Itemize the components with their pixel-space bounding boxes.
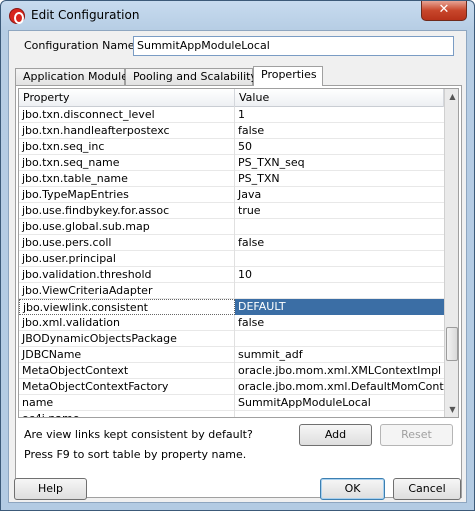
property-name-cell[interactable]: MetaObjectContext xyxy=(19,363,235,379)
property-name-cell[interactable]: jbo.validation.threshold xyxy=(19,267,235,283)
property-value-cell[interactable]: 10 xyxy=(235,267,444,283)
property-name-cell[interactable]: name xyxy=(19,395,235,411)
help-button[interactable]: Help xyxy=(14,478,87,500)
scroll-down-arrow-icon[interactable]: ▼ xyxy=(445,402,458,417)
ok-button[interactable]: OK xyxy=(320,478,385,500)
property-value-cell[interactable]: false xyxy=(235,315,444,331)
property-name-cell[interactable]: jbo.use.pers.coll xyxy=(19,235,235,251)
table-row[interactable]: jbo.txn.handleafterpostexc false xyxy=(19,123,444,139)
edit-configuration-dialog: Edit Configuration ✕ Configuration Name:… xyxy=(0,0,475,511)
property-value-cell[interactable]: PS_TXN xyxy=(235,171,444,187)
property-value-cell[interactable] xyxy=(235,411,444,417)
table-row[interactable]: jbo.validation.threshold 10 xyxy=(19,267,444,283)
table-row[interactable]: jbo.txn.seq_name PS_TXN_seq xyxy=(19,155,444,171)
property-value-cell[interactable]: summit_adf xyxy=(235,347,444,363)
close-button[interactable]: ✕ xyxy=(421,1,467,21)
property-name-cell[interactable]: jbo.user.principal xyxy=(19,251,235,267)
property-name-cell[interactable]: jbo.txn.disconnect_level xyxy=(19,107,235,123)
tab-pooling-and-scalability[interactable]: Pooling and Scalability xyxy=(125,68,257,85)
table-body: jbo.txn.disconnect_level 1 jbo.txn.handlea… xyxy=(19,107,444,417)
property-name-cell[interactable]: jbo.use.findbykey.for.assoc xyxy=(19,203,235,219)
property-name-cell[interactable]: JBODynamicObjectsPackage xyxy=(19,331,235,347)
title-bar[interactable]: Edit Configuration ✕ xyxy=(1,1,474,31)
table-row[interactable]: jbo.txn.table_name PS_TXN xyxy=(19,171,444,187)
property-value-cell[interactable]: true xyxy=(235,203,444,219)
table-row[interactable]: jbo.use.global.sub.map xyxy=(19,219,444,235)
property-value-cell[interactable]: SummitAppModuleLocal xyxy=(235,395,444,411)
property-name-cell[interactable]: jbo.use.global.sub.map xyxy=(19,219,235,235)
sort-hint: Press F9 to sort table by property name. xyxy=(24,448,247,461)
table-row[interactable]: jbo.ViewCriteriaAdapter xyxy=(19,283,444,299)
property-description: Are view links kept consistent by defaul… xyxy=(24,428,253,441)
column-header-property[interactable]: Property xyxy=(19,89,235,107)
property-name-cell[interactable]: oc4j.name xyxy=(19,411,235,417)
table-row[interactable]: JDBCName summit_adf xyxy=(19,347,444,363)
property-name-cell[interactable]: jbo.txn.table_name xyxy=(19,171,235,187)
table-row[interactable]: jbo.viewlink.consistent DEFAULT xyxy=(19,299,444,315)
property-value-cell[interactable] xyxy=(235,331,444,347)
property-name-cell[interactable]: jbo.ViewCriteriaAdapter xyxy=(19,283,235,299)
table-row[interactable]: MetaObjectContextFactory oracle.jbo.mom.x… xyxy=(19,379,444,395)
tab-application-module[interactable]: Application Module xyxy=(15,68,128,85)
property-value-cell[interactable]: PS_TXN_seq xyxy=(235,155,444,171)
table-row[interactable]: JBODynamicObjectsPackage xyxy=(19,331,444,347)
window-title: Edit Configuration xyxy=(31,8,140,22)
property-value-cell[interactable]: Java xyxy=(235,187,444,203)
property-name-cell[interactable]: jbo.viewlink.consistent xyxy=(19,299,235,315)
property-name-cell[interactable]: jbo.txn.seq_inc xyxy=(19,139,235,155)
property-value-cell[interactable] xyxy=(235,251,444,267)
table-row[interactable]: jbo.txn.disconnect_level 1 xyxy=(19,107,444,123)
table-row[interactable]: name SummitAppModuleLocal xyxy=(19,395,444,411)
property-name-cell[interactable]: jbo.TypeMapEntries xyxy=(19,187,235,203)
property-value-cell[interactable]: false xyxy=(235,235,444,251)
property-value-cell[interactable] xyxy=(235,219,444,235)
table-row[interactable]: oc4j.name xyxy=(19,411,444,417)
vertical-scrollbar[interactable]: ▲ ▼ xyxy=(444,89,458,417)
configuration-name-field[interactable]: SummitAppModuleLocal xyxy=(133,36,454,56)
table-row[interactable]: jbo.user.principal xyxy=(19,251,444,267)
properties-table: Property Value jbo.txn.disconnect_level 1… xyxy=(18,88,459,418)
properties-panel: Property Value jbo.txn.disconnect_level 1… xyxy=(15,85,462,498)
table-row[interactable]: jbo.use.findbykey.for.assoc true xyxy=(19,203,444,219)
property-value-cell[interactable]: oracle.jbo.mom.xml.DefaultMomContext... xyxy=(235,379,444,395)
configuration-name-label: Configuration Name: xyxy=(24,39,139,52)
table-row[interactable]: MetaObjectContext oracle.jbo.mom.xml.XMLC… xyxy=(19,363,444,379)
cancel-button[interactable]: Cancel xyxy=(393,478,461,500)
property-value-cell[interactable]: false xyxy=(235,123,444,139)
property-value-cell[interactable]: 1 xyxy=(235,107,444,123)
tab-properties[interactable]: Properties xyxy=(253,66,323,86)
property-name-cell[interactable]: jbo.txn.seq_name xyxy=(19,155,235,171)
column-header-value[interactable]: Value xyxy=(235,89,444,107)
property-name-cell[interactable]: jbo.xml.validation xyxy=(19,315,235,331)
property-value-cell[interactable]: oracle.jbo.mom.xml.XMLContextImpl xyxy=(235,363,444,379)
reset-button[interactable]: Reset xyxy=(380,424,453,446)
scrollbar-thumb[interactable] xyxy=(446,327,458,361)
add-button[interactable]: Add xyxy=(299,424,372,446)
property-name-cell[interactable]: MetaObjectContextFactory xyxy=(19,379,235,395)
oracle-app-icon xyxy=(9,8,25,24)
property-value-cell[interactable]: DEFAULT xyxy=(235,299,444,315)
scroll-up-arrow-icon[interactable]: ▲ xyxy=(445,89,458,104)
dialog-body: Configuration Name: SummitAppModuleLocal… xyxy=(8,30,467,503)
property-name-cell[interactable]: jbo.txn.handleafterpostexc xyxy=(19,123,235,139)
property-value-cell[interactable]: 50 xyxy=(235,139,444,155)
table-row[interactable]: jbo.xml.validation false xyxy=(19,315,444,331)
table-header: Property Value xyxy=(19,89,444,107)
property-value-cell[interactable] xyxy=(235,283,444,299)
table-row[interactable]: jbo.TypeMapEntries Java xyxy=(19,187,444,203)
property-name-cell[interactable]: JDBCName xyxy=(19,347,235,363)
table-row[interactable]: jbo.use.pers.coll false xyxy=(19,235,444,251)
table-row[interactable]: jbo.txn.seq_inc 50 xyxy=(19,139,444,155)
close-icon: ✕ xyxy=(438,2,450,17)
